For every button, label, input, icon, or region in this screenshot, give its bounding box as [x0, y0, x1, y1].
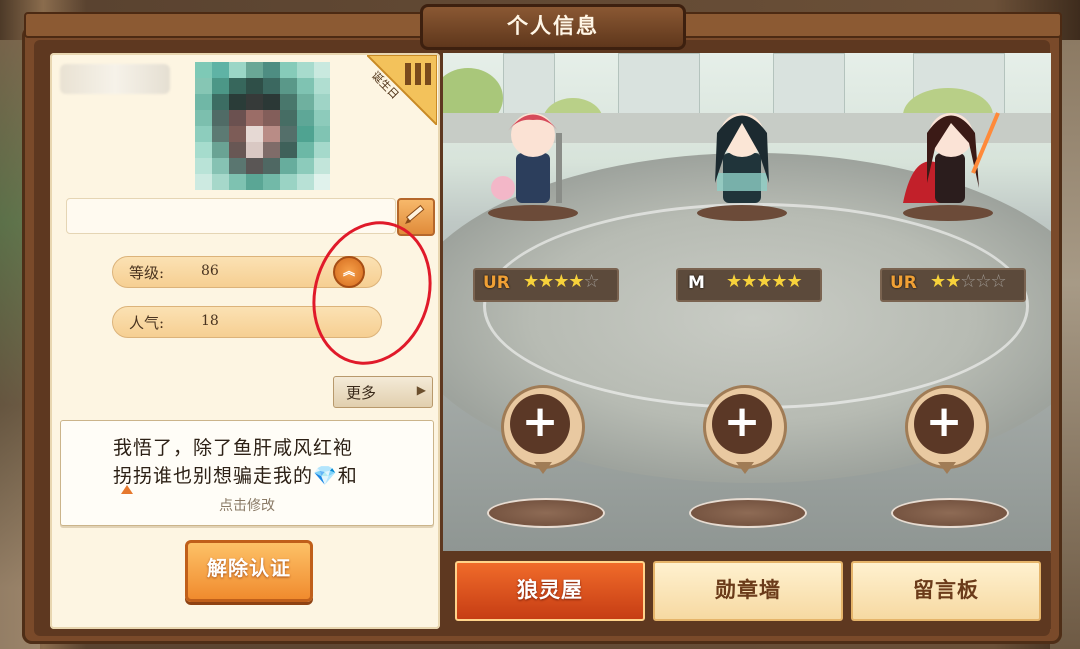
character-3-sprite[interactable]: [893, 93, 1003, 223]
avatar[interactable]: [195, 62, 330, 190]
level-label: 等级:: [129, 264, 165, 282]
popularity-value: 18: [201, 313, 219, 329]
plus-icon: +: [510, 394, 570, 454]
add-slot-1-button[interactable]: +: [501, 385, 585, 474]
empty-pedestal: [689, 498, 807, 528]
tab-medal-wall[interactable]: 勋章墙: [653, 561, 843, 621]
pencil-icon: [405, 204, 425, 224]
star-rating: ★★★★★: [726, 271, 803, 292]
rank-badge-2: M ★★★★★: [676, 268, 822, 302]
rank-badge-3: UR ★★☆☆☆: [880, 268, 1026, 302]
plaza-ring: [483, 203, 1029, 409]
remove-verification-button[interactable]: 解除认证: [185, 540, 313, 602]
birthday-badge[interactable]: 诞生日: [364, 54, 438, 128]
empty-pedestal: [891, 498, 1009, 528]
bottom-tab-bar: 狼灵屋 勋章墙 留言板: [443, 553, 1051, 629]
nickname-field[interactable]: [66, 198, 396, 234]
grade-label: M: [688, 273, 705, 293]
more-button[interactable]: 更多 ▶: [333, 376, 433, 408]
character-2-sprite[interactable]: [687, 93, 797, 223]
window-title: 个人信息: [420, 4, 686, 50]
diamond-icon: 💎: [313, 465, 338, 487]
cone-emoji-icon: [121, 485, 133, 494]
tab-wolf-spirit-house[interactable]: 狼灵屋: [455, 561, 645, 621]
signature-box[interactable]: 我悟了，除了鱼肝咸风红袍 拐拐谁也别想骗走我的💎和 点击修改: [60, 420, 434, 526]
tab-message-board[interactable]: 留言板: [851, 561, 1041, 621]
signature-edit-hint[interactable]: 点击修改: [61, 495, 433, 515]
blurred-player-id: [60, 64, 170, 94]
team-showcase: UR ★★★★☆ M ★★★★★ UR ★★☆☆☆ + + +: [443, 53, 1051, 551]
signature-line-2: 拐拐谁也别想骗走我的💎和: [113, 461, 358, 488]
grade-label: UR: [890, 273, 917, 293]
add-slot-3-button[interactable]: +: [905, 385, 989, 474]
empty-pedestal: [487, 498, 605, 528]
add-slot-2-button[interactable]: +: [703, 385, 787, 474]
popularity-label: 人气:: [129, 314, 165, 332]
star-rating: ★★☆☆☆: [930, 271, 1007, 292]
more-label: 更多: [346, 384, 377, 402]
signature-line-1: 我悟了，除了鱼肝咸风红袍: [113, 437, 354, 459]
plus-icon: +: [914, 394, 974, 454]
plus-icon: +: [712, 394, 772, 454]
star-rating: ★★★★☆: [523, 271, 600, 292]
triangle-right-icon: ▶: [416, 383, 426, 397]
level-value: 86: [201, 263, 219, 279]
grade-label: UR: [483, 273, 510, 293]
signature-line-2b: 和: [337, 465, 358, 487]
signature-line-2a: 拐拐谁也别想骗走我的: [113, 465, 314, 487]
character-1-sprite[interactable]: [478, 93, 588, 223]
rank-badge-1: UR ★★★★☆: [473, 268, 619, 302]
